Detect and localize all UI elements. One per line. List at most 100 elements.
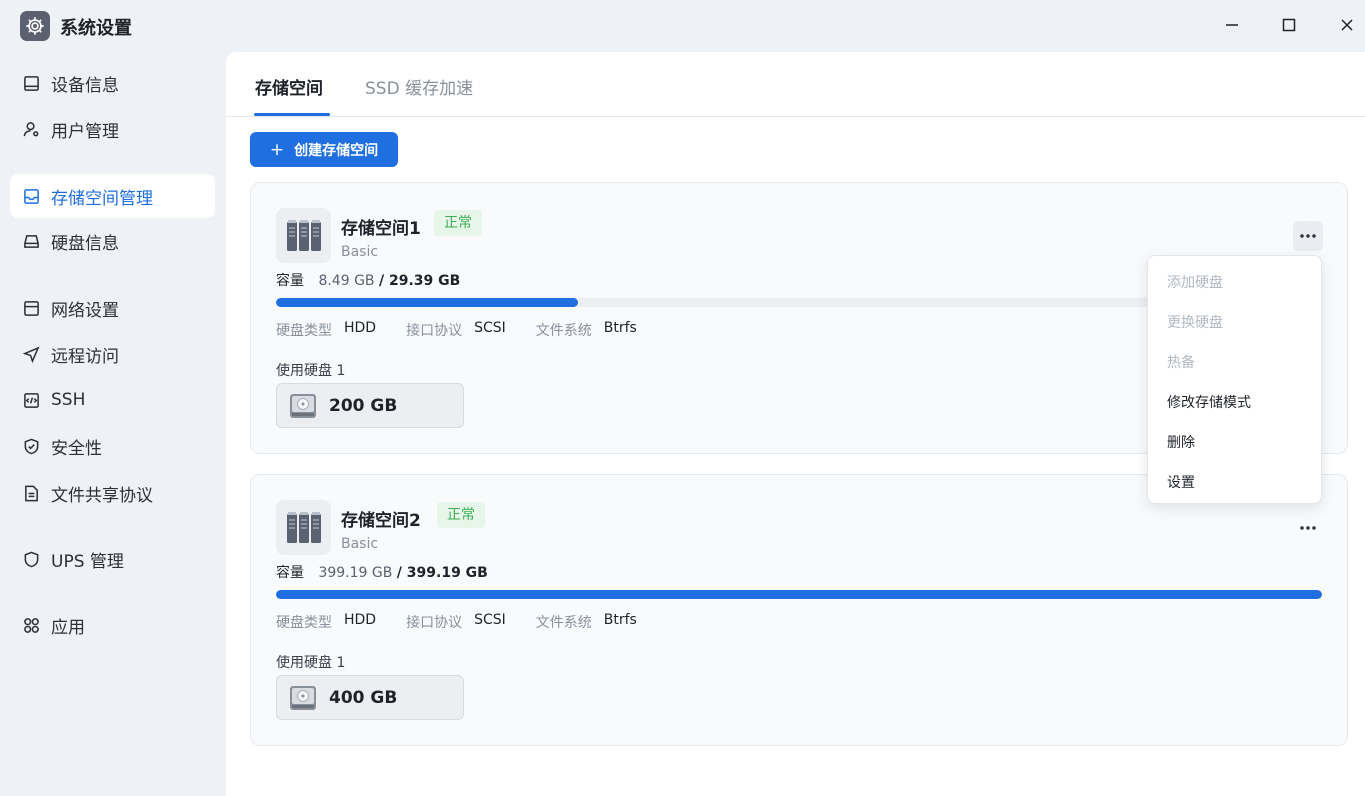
tab-bar: 存储空间 SSD 缓存加速 — [226, 52, 1365, 117]
filesystem-label: 文件系统 — [535, 615, 592, 631]
sidebar-item-device-info[interactable]: 设备信息 — [10, 61, 215, 105]
disk-type-value: HDD — [344, 612, 377, 628]
capacity-used: 8.49 GB — [318, 273, 375, 289]
interface-label: 接口协议 — [406, 323, 463, 339]
pool-name: 存储空间1 — [341, 219, 421, 239]
capacity-label: 容量 — [276, 565, 304, 581]
sidebar-item-label: 应用 — [51, 617, 85, 638]
filesystem-value: Btrfs — [603, 612, 637, 628]
storage-pool-icon — [276, 500, 331, 555]
sidebar-item-apps[interactable]: 应用 — [10, 603, 215, 647]
pool-type: Basic — [341, 536, 379, 552]
sidebar-item-label: 存储空间管理 — [51, 188, 153, 209]
sidebar-item-remote-access[interactable]: 远程访问 — [10, 332, 215, 376]
more-icon — [1300, 234, 1316, 238]
app-title: 系统设置 — [60, 18, 132, 39]
pool-meta-row: 硬盘类型 HDD 接口协议 SCSI 文件系统 Btrfs — [276, 320, 667, 340]
sidebar-item-label: 硬盘信息 — [51, 233, 119, 254]
sidebar-item-label: 远程访问 — [51, 346, 119, 367]
tab-storage-space[interactable]: 存储空间 — [255, 74, 323, 99]
maximize-icon — [1282, 18, 1296, 32]
settings-app-icon — [20, 11, 50, 41]
ups-icon — [22, 550, 40, 568]
sidebar-item-label: SSH — [51, 390, 86, 410]
sidebar-item-label: 文件共享协议 — [51, 485, 153, 506]
disks-used-label: 使用硬盘 1 — [276, 655, 346, 671]
sidebar-item-ssh[interactable]: SSH — [10, 378, 215, 422]
maximize-button[interactable] — [1271, 10, 1307, 40]
filesystem-label: 文件系统 — [535, 323, 592, 339]
hard-disk-icon — [290, 393, 316, 418]
capacity-label: 容量 — [276, 273, 304, 289]
capacity-total: / 29.39 GB — [378, 273, 461, 289]
disk-chip[interactable]: 400 GB — [276, 675, 464, 720]
ssh-icon — [22, 391, 40, 409]
status-badge: 正常 — [434, 210, 482, 236]
pool-name: 存储空间2 — [341, 511, 421, 531]
capacity-used: 399.19 GB — [318, 565, 393, 581]
close-icon — [1341, 19, 1353, 31]
sidebar-item-label: UPS 管理 — [51, 551, 124, 572]
interface-label: 接口协议 — [406, 615, 463, 631]
menu-item-hot-spare[interactable]: 热备 — [1167, 352, 1195, 372]
disk-type-label: 硬盘类型 — [276, 615, 332, 631]
pool-type: Basic — [341, 244, 379, 260]
storage-pool-icon — [276, 208, 331, 263]
sidebar-item-ups[interactable]: UPS 管理 — [10, 537, 215, 581]
disk-chip[interactable]: 200 GB — [276, 383, 464, 428]
menu-item-add-disk[interactable]: 添加硬盘 — [1167, 272, 1223, 292]
create-storage-label: 创建存储空间 — [294, 142, 379, 159]
device-icon — [22, 74, 40, 92]
sidebar-item-file-sharing[interactable]: 文件共享协议 — [10, 471, 215, 515]
disk-size: 400 GB — [329, 687, 398, 708]
shield-icon — [22, 437, 40, 455]
pool-actions-menu: 添加硬盘 更换硬盘 热备 修改存储模式 删除 设置 — [1147, 255, 1322, 504]
storage-icon — [22, 187, 40, 205]
more-options-button[interactable] — [1293, 221, 1323, 251]
remote-icon — [22, 345, 40, 363]
more-options-button[interactable] — [1293, 513, 1323, 543]
user-icon — [22, 120, 40, 138]
create-storage-button[interactable]: + 创建存储空间 — [250, 132, 398, 167]
disk-type-label: 硬盘类型 — [276, 323, 332, 339]
sidebar-item-label: 用户管理 — [51, 121, 119, 142]
pool-meta-row: 硬盘类型 HDD 接口协议 SCSI 文件系统 Btrfs — [276, 612, 667, 632]
status-badge: 正常 — [437, 502, 485, 528]
disk-type-value: HDD — [344, 320, 377, 336]
disks-used-label: 使用硬盘 1 — [276, 363, 346, 379]
sidebar-item-storage-management[interactable]: 存储空间管理 — [10, 174, 215, 218]
file-share-icon — [22, 484, 40, 502]
menu-item-replace-disk[interactable]: 更换硬盘 — [1167, 312, 1223, 332]
interface-value: SCSI — [474, 320, 506, 336]
capacity-row: 容量 8.49 GB / 29.39 GB — [276, 270, 460, 290]
close-button[interactable] — [1329, 10, 1365, 40]
hard-disk-icon — [290, 685, 316, 710]
title-bar: 系统设置 — [0, 0, 1365, 52]
sidebar-item-network-settings[interactable]: 网络设置 — [10, 286, 215, 330]
filesystem-value: Btrfs — [603, 320, 637, 336]
sidebar-item-label: 安全性 — [51, 438, 102, 459]
menu-item-change-storage-mode[interactable]: 修改存储模式 — [1167, 392, 1251, 412]
capacity-progress-fill — [276, 298, 579, 307]
storage-pool-card: 存储空间2 正常 Basic 容量 399.19 GB / 399.19 GB … — [250, 474, 1348, 746]
menu-item-delete[interactable]: 删除 — [1167, 432, 1195, 452]
disk-icon — [22, 232, 40, 250]
capacity-progress-bar — [276, 590, 1322, 599]
sidebar-item-label: 设备信息 — [51, 75, 119, 96]
capacity-progress-fill — [276, 590, 1322, 599]
sidebar: 设备信息 用户管理 存储空间管理 硬盘信息 网络设置 远程访问 SSH 安全性 … — [0, 52, 225, 796]
more-icon — [1300, 526, 1316, 530]
network-icon — [22, 299, 40, 317]
menu-item-settings[interactable]: 设置 — [1167, 472, 1195, 492]
sidebar-item-user-management[interactable]: 用户管理 — [10, 107, 215, 151]
minimize-icon — [1226, 24, 1238, 26]
sidebar-item-security[interactable]: 安全性 — [10, 424, 215, 468]
apps-icon — [22, 616, 40, 634]
minimize-button[interactable] — [1214, 10, 1250, 40]
tab-ssd-cache[interactable]: SSD 缓存加速 — [365, 74, 473, 99]
interface-value: SCSI — [474, 612, 506, 628]
disk-size: 200 GB — [329, 395, 398, 416]
sidebar-item-disk-info[interactable]: 硬盘信息 — [10, 219, 215, 263]
capacity-total: / 399.19 GB — [396, 565, 488, 581]
sidebar-item-label: 网络设置 — [51, 300, 119, 321]
